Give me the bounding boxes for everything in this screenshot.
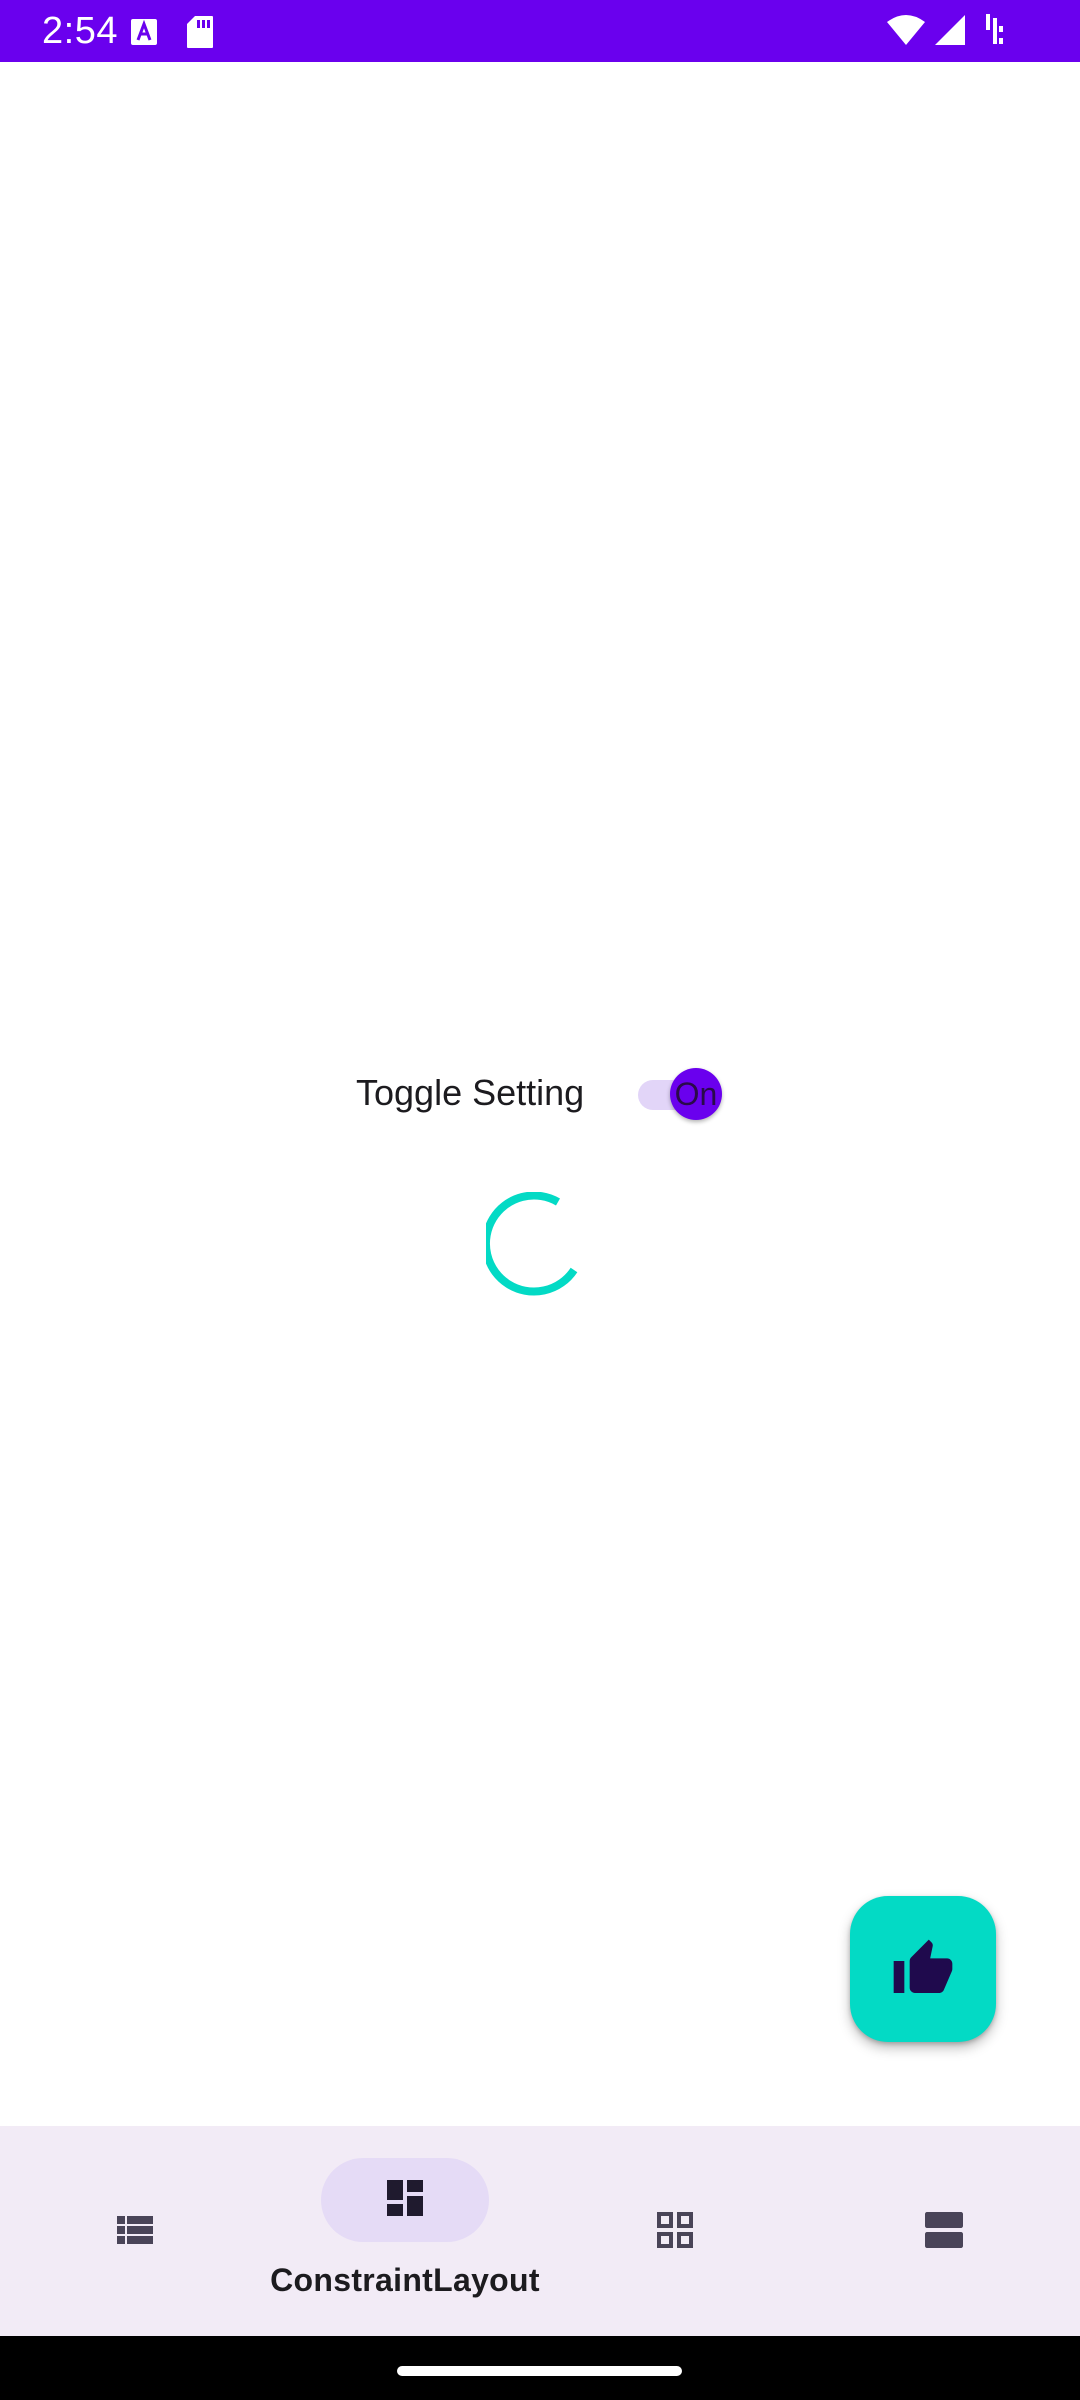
toggle-setting-switch[interactable]: On	[630, 1066, 726, 1122]
nav-item-list[interactable]	[0, 2126, 270, 2336]
nav-label-constraint-layout: ConstraintLayout	[270, 2262, 540, 2298]
loading-spinner	[482, 1191, 590, 1296]
dashboard-icon	[387, 2180, 423, 2216]
thumb-up-icon	[893, 1939, 953, 1993]
app-screen: 2:54 Toggle Setting On ConstraintLayout	[0, 0, 1080, 2400]
nav-item-agenda[interactable]	[810, 2126, 1080, 2336]
grid-icon	[657, 2212, 693, 2248]
bottom-navigation: ConstraintLayout	[0, 2126, 1080, 2336]
toggle-setting-label: Toggle Setting	[356, 1072, 585, 1113]
list-icon	[117, 2216, 153, 2244]
thumb-up-fab[interactable]	[850, 1896, 996, 2042]
nav-item-constraint-layout[interactable]: ConstraintLayout	[270, 2126, 540, 2336]
view-agenda-icon	[925, 2212, 963, 2248]
sd-card-icon	[186, 15, 214, 49]
switch-state-text: On	[674, 1076, 718, 1112]
home-gesture-pill[interactable]	[397, 2366, 682, 2376]
system-navigation-bar	[0, 2336, 1080, 2400]
switch-thumb: On	[670, 1068, 722, 1120]
nav-item-grid[interactable]	[540, 2126, 810, 2336]
signal-icon	[934, 14, 966, 46]
font-a-icon	[130, 18, 158, 46]
toggle-setting-row: Toggle Setting On	[356, 1066, 726, 1122]
status-bar: 2:54	[0, 0, 1080, 62]
battery-icon	[984, 12, 1006, 48]
status-time: 2:54	[42, 10, 118, 52]
wifi-icon	[886, 14, 926, 46]
